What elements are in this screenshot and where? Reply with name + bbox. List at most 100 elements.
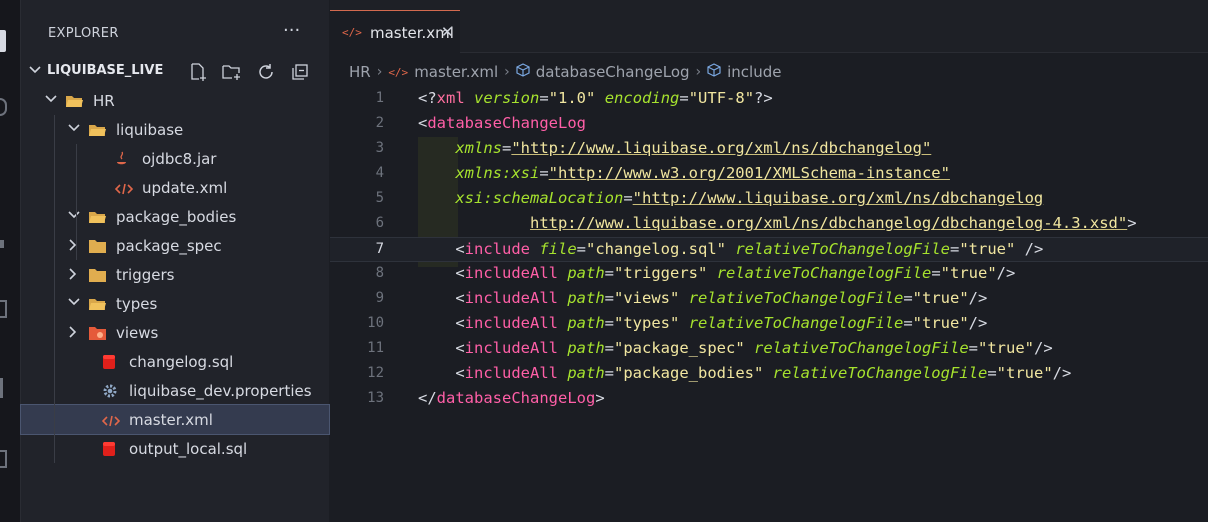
code-token: /> (1052, 364, 1072, 382)
tree-item-label: ojdbc8.jar (142, 150, 217, 168)
code-token: "http://www.w3.org/2001/XMLSchema-instan… (548, 164, 950, 182)
code-token: relativeToChangelogFile (754, 339, 969, 357)
code-token: "http://www.liquibase.org/xml/ns/dbchang… (511, 139, 932, 157)
new-folder-button[interactable] (221, 61, 243, 83)
tab-master-xml[interactable]: </> master.xml ✕ (330, 10, 460, 53)
collapse-all-icon (292, 64, 308, 80)
breadcrumb-file[interactable]: master.xml (414, 63, 498, 81)
tree-item[interactable]: ojdbc8.jar (21, 144, 329, 173)
code-token: < (418, 314, 465, 332)
line-number: 2 (375, 115, 384, 131)
breadcrumb-node-include[interactable]: include (727, 63, 781, 81)
tree-item[interactable]: HR (21, 86, 329, 115)
code-token: "package_spec" (614, 339, 745, 357)
tree-item[interactable]: package_bodies (21, 202, 329, 231)
code-token: http://www.liquibase.org/xml/ns/dbchange… (529, 214, 1128, 232)
tree-item[interactable]: master.xml (20, 404, 330, 435)
code-token: version (474, 89, 540, 107)
code-line[interactable]: 7 <include file="changelog.sql" relative… (330, 237, 1208, 262)
code-line[interactable]: 4 xmlns:xsi="http://www.w3.org/2001/XMLS… (330, 162, 1208, 187)
code-line[interactable]: 2 <databaseChangeLog (330, 112, 1208, 137)
code-editor[interactable]: 1 <?xml version="1.0" encoding="UTF-8"?> 2… (330, 87, 1208, 412)
close-tab-icon[interactable]: ✕ (441, 23, 454, 41)
code-token: > (595, 389, 605, 407)
tree-item[interactable]: views (21, 318, 329, 347)
tree-item[interactable]: liquibase (21, 115, 329, 144)
code-token: relativeToChangelogFile (772, 364, 988, 382)
refresh-explorer-button[interactable] (255, 61, 277, 83)
code-line[interactable]: 13 </databaseChangeLog> (330, 387, 1208, 412)
code-token: includeAll (464, 364, 558, 382)
new-file-button[interactable] (187, 61, 209, 83)
folder-icon (89, 238, 106, 254)
source-control-activity-icon[interactable] (0, 240, 4, 248)
breadcrumb-root[interactable]: HR (349, 63, 371, 81)
breadcrumb-node-databasechangelog[interactable]: databaseChangeLog (536, 63, 690, 81)
chevron-down-icon (68, 297, 80, 310)
tree-item-label: views (116, 324, 159, 342)
code-token: "triggers" (614, 264, 708, 282)
line-number: 3 (375, 140, 384, 156)
tree-item[interactable]: update.xml (21, 173, 329, 202)
code-line[interactable]: 8 <includeAll path="triggers" relativeTo… (330, 262, 1208, 287)
tree-item-label: package_spec (116, 237, 222, 255)
code-line[interactable]: 10 <includeAll path="types" relativeToCh… (330, 312, 1208, 337)
remote-activity-icon[interactable] (0, 378, 3, 398)
code-token: "types" (614, 314, 680, 332)
code-token: includeAll (464, 289, 558, 307)
chevron-right-icon: › (695, 64, 702, 80)
tree-item[interactable]: changelog.sql (21, 347, 329, 376)
code-token: = (604, 264, 615, 282)
code-line[interactable]: 12 <includeAll path="package_bodies" rel… (330, 362, 1208, 387)
code-token: "true" (912, 289, 969, 307)
code-line[interactable]: 9 <includeAll path="views" relativeToCha… (330, 287, 1208, 312)
code-line[interactable]: 1 <?xml version="1.0" encoding="UTF-8"?> (330, 87, 1208, 112)
cube-icon (707, 63, 721, 81)
database-activity-icon[interactable] (0, 450, 7, 468)
code-token: > (1127, 214, 1137, 232)
code-text: <includeAll path="views" relativeToChang… (418, 289, 987, 307)
gear-icon (102, 383, 118, 399)
tree-item[interactable]: output_local.sql (21, 434, 329, 463)
code-token: = (539, 89, 549, 107)
tree-item[interactable]: package_spec (21, 231, 329, 260)
explorer-activity-icon[interactable] (0, 30, 6, 52)
code-token: databaseChangeLog (427, 114, 586, 132)
code-token: = (604, 314, 615, 332)
line-number: 11 (367, 340, 384, 356)
sql-file-icon (102, 441, 118, 457)
tree-item[interactable]: types (21, 289, 329, 318)
indent-guide (76, 144, 77, 260)
explorer-more-actions-button[interactable]: ··· (283, 20, 300, 41)
line-number: 6 (375, 215, 384, 231)
tree-item[interactable]: triggers (21, 260, 329, 289)
folder-open-icon (66, 93, 83, 109)
code-token: = (903, 314, 913, 332)
code-token: path (567, 314, 605, 332)
collapse-folders-button[interactable] (289, 61, 311, 83)
tree-item-label: package_bodies (116, 208, 237, 226)
sql-file-icon (102, 354, 118, 370)
code-line[interactable]: 3 xmlns="http://www.liquibase.org/xml/ns… (330, 137, 1208, 162)
workspace-section-header[interactable]: LIQUIBASE_LIVE (21, 57, 329, 87)
code-token: = (623, 189, 633, 207)
code-text: <include file="changelog.sql" relativeTo… (418, 240, 1043, 258)
code-line[interactable]: 11 <includeAll path="package_spec" relat… (330, 337, 1208, 362)
tree-item[interactable]: liquibase_dev.properties (21, 376, 329, 405)
extensions-activity-icon[interactable] (0, 300, 7, 318)
code-token: relativeToChangelogFile (688, 289, 904, 307)
code-line[interactable]: 6 http://www.liquibase.org/xml/ns/dbchan… (330, 212, 1208, 237)
code-text: <includeAll path="types" relativeToChang… (418, 314, 987, 332)
code-token: = (903, 289, 913, 307)
code-token: relativeToChangelogFile (735, 240, 950, 258)
code-line[interactable]: 5 xsi:schemaLocation="http://www.liquiba… (330, 187, 1208, 212)
xml-file-icon: </> (342, 26, 362, 39)
code-text: xmlns:xsi="http://www.w3.org/2001/XMLSch… (418, 164, 950, 182)
tree-item-label: liquibase_dev.properties (129, 382, 312, 400)
search-activity-icon[interactable] (0, 98, 7, 116)
